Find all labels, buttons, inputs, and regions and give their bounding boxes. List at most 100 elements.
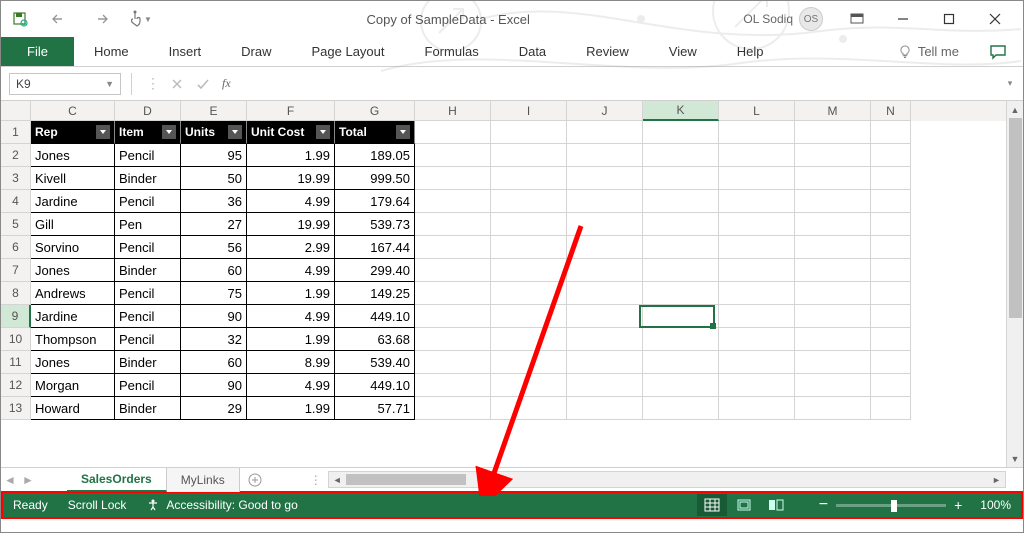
cell[interactable]: Binder <box>115 397 181 420</box>
cell[interactable] <box>415 167 491 190</box>
cell[interactable] <box>567 144 643 167</box>
cell[interactable] <box>643 351 719 374</box>
ribbon-display-icon[interactable] <box>835 4 879 34</box>
cell[interactable] <box>871 121 911 144</box>
cell[interactable] <box>567 167 643 190</box>
cell[interactable]: 8.99 <box>247 351 335 374</box>
cell[interactable] <box>415 351 491 374</box>
cell[interactable] <box>567 397 643 420</box>
tab-page-layout[interactable]: Page Layout <box>292 37 405 66</box>
cell[interactable] <box>719 121 795 144</box>
cell[interactable] <box>415 190 491 213</box>
col-header-H[interactable]: H <box>415 101 491 121</box>
col-header-L[interactable]: L <box>719 101 795 121</box>
tab-review[interactable]: Review <box>566 37 649 66</box>
cell[interactable] <box>719 144 795 167</box>
row-header[interactable]: 7 <box>1 259 31 282</box>
undo-icon[interactable] <box>47 6 73 32</box>
cell[interactable] <box>491 236 567 259</box>
cell[interactable] <box>415 259 491 282</box>
page-break-view-icon[interactable] <box>761 494 791 516</box>
cell[interactable] <box>415 305 491 328</box>
cell[interactable]: 60 <box>181 259 247 282</box>
cell[interactable]: Pencil <box>115 144 181 167</box>
normal-view-icon[interactable] <box>697 494 727 516</box>
cell[interactable] <box>795 374 871 397</box>
cell[interactable]: 4.99 <box>247 374 335 397</box>
cell[interactable] <box>795 236 871 259</box>
cell[interactable] <box>871 328 911 351</box>
cell[interactable]: Jardine <box>31 190 115 213</box>
row-header[interactable]: 13 <box>1 397 31 420</box>
cell[interactable]: Binder <box>115 351 181 374</box>
tab-home[interactable]: Home <box>74 37 149 66</box>
cell[interactable]: Binder <box>115 167 181 190</box>
row-header[interactable]: 3 <box>1 167 31 190</box>
cell[interactable]: Units <box>181 121 247 144</box>
cell[interactable] <box>491 144 567 167</box>
cell[interactable]: 167.44 <box>335 236 415 259</box>
cell[interactable]: Pencil <box>115 236 181 259</box>
col-header-D[interactable]: D <box>115 101 181 121</box>
touch-mode-icon[interactable]: ▼ <box>127 6 153 32</box>
cell[interactable]: 4.99 <box>247 259 335 282</box>
cell[interactable]: 1.99 <box>247 144 335 167</box>
cell[interactable] <box>795 190 871 213</box>
sheet-nav-prev-icon[interactable]: ◄ <box>1 468 19 492</box>
cell[interactable]: Pencil <box>115 282 181 305</box>
filter-dropdown-icon[interactable] <box>96 125 110 139</box>
cell[interactable]: 449.10 <box>335 374 415 397</box>
cell[interactable] <box>795 167 871 190</box>
cell[interactable] <box>871 190 911 213</box>
cell[interactable] <box>643 190 719 213</box>
cell[interactable] <box>643 305 719 328</box>
scroll-down-icon[interactable]: ▼ <box>1007 450 1023 467</box>
cell[interactable] <box>491 190 567 213</box>
cell[interactable] <box>795 121 871 144</box>
cell[interactable] <box>567 213 643 236</box>
cell[interactable]: 27 <box>181 213 247 236</box>
cell[interactable]: Sorvino <box>31 236 115 259</box>
cell[interactable]: Gill <box>31 213 115 236</box>
cell[interactable]: 189.05 <box>335 144 415 167</box>
cell[interactable] <box>871 351 911 374</box>
cell[interactable]: 36 <box>181 190 247 213</box>
scroll-up-icon[interactable]: ▲ <box>1007 101 1023 118</box>
cell[interactable] <box>795 259 871 282</box>
cell[interactable] <box>415 213 491 236</box>
cell[interactable] <box>643 144 719 167</box>
tab-draw[interactable]: Draw <box>221 37 291 66</box>
cell[interactable] <box>567 282 643 305</box>
cell[interactable]: Howard <box>31 397 115 420</box>
cell[interactable] <box>795 213 871 236</box>
cell[interactable]: 4.99 <box>247 305 335 328</box>
cell[interactable]: 90 <box>181 305 247 328</box>
cell[interactable] <box>871 374 911 397</box>
cell[interactable] <box>567 374 643 397</box>
cell[interactable] <box>643 397 719 420</box>
cell[interactable] <box>871 144 911 167</box>
cell[interactable]: 19.99 <box>247 213 335 236</box>
cell[interactable]: 999.50 <box>335 167 415 190</box>
cell[interactable]: 449.10 <box>335 305 415 328</box>
spreadsheet-grid[interactable]: C D E F G H I J K L M N 1RepItemUnitsUni… <box>1 101 1023 467</box>
tab-formulas[interactable]: Formulas <box>405 37 499 66</box>
cell[interactable] <box>643 259 719 282</box>
cell[interactable] <box>491 259 567 282</box>
status-accessibility[interactable]: Accessibility: Good to go <box>146 498 297 512</box>
cell[interactable] <box>567 259 643 282</box>
cell[interactable]: 56 <box>181 236 247 259</box>
cell[interactable]: Pencil <box>115 190 181 213</box>
vertical-scrollbar[interactable]: ▲ ▼ <box>1006 101 1023 467</box>
sheet-nav-next-icon[interactable]: ► <box>19 468 37 492</box>
expand-formula-bar-icon[interactable]: ▾ <box>1003 78 1023 89</box>
cell[interactable] <box>415 374 491 397</box>
cell[interactable]: 50 <box>181 167 247 190</box>
row-header[interactable]: 9 <box>1 305 31 328</box>
cell[interactable]: Total <box>335 121 415 144</box>
cell[interactable] <box>795 144 871 167</box>
cell[interactable] <box>491 167 567 190</box>
cell[interactable]: 32 <box>181 328 247 351</box>
cell[interactable]: 95 <box>181 144 247 167</box>
cell[interactable] <box>871 282 911 305</box>
